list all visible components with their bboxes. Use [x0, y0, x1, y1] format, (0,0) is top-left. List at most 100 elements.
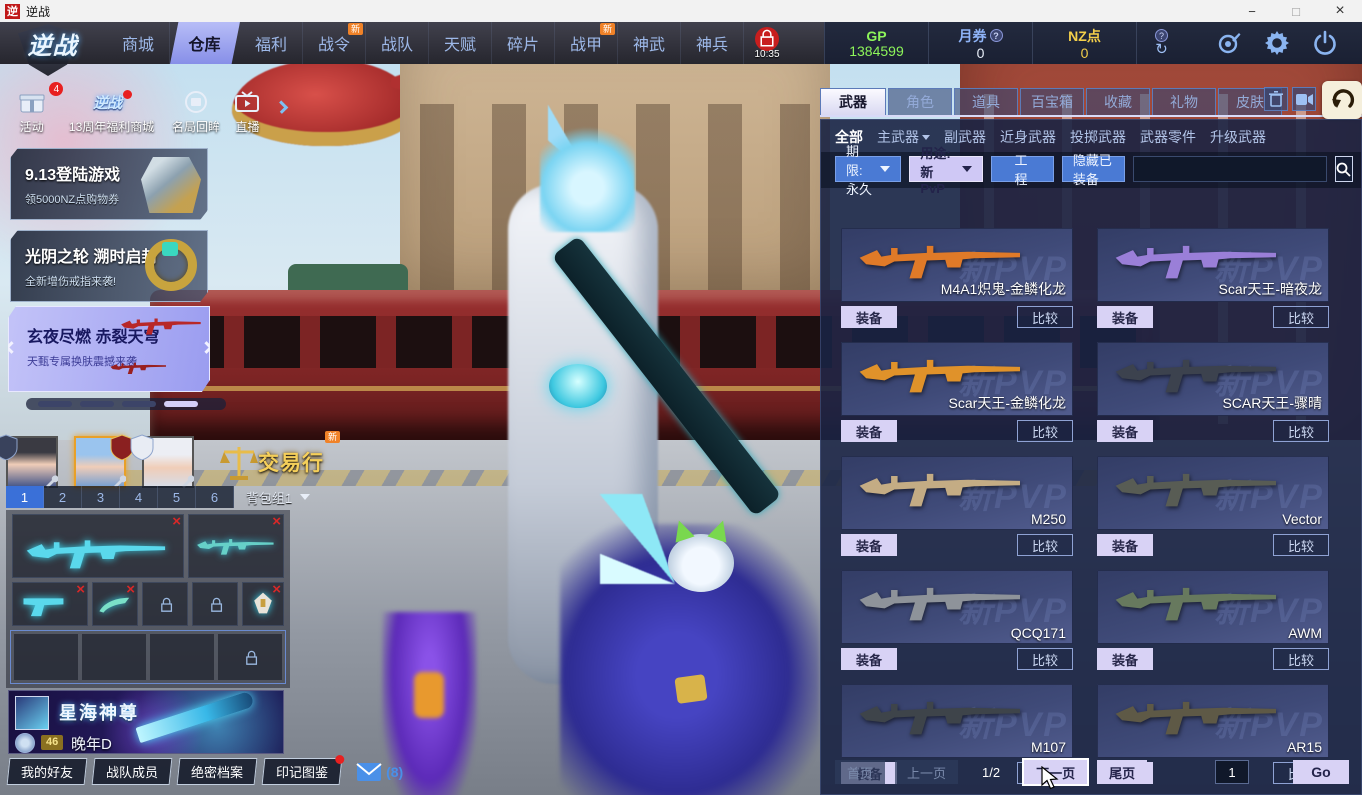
- bag-tab-3[interactable]: 3: [82, 486, 120, 508]
- remove-item-icon[interactable]: ×: [272, 514, 281, 529]
- shortcut-live-stream[interactable]: 直播: [226, 88, 268, 135]
- bag-group-selector[interactable]: 背包组1: [246, 488, 311, 507]
- compare-button[interactable]: 比较: [1017, 420, 1073, 442]
- shortcut-activity[interactable]: 4 活动: [6, 82, 64, 135]
- first-page-button[interactable]: 首页: [835, 760, 886, 784]
- weapon-thumbnail[interactable]: 新PVP AR15: [1097, 684, 1329, 758]
- player-title-card[interactable]: 星海神尊 46 晚年D: [8, 690, 284, 754]
- tab-characters[interactable]: 角色: [888, 88, 952, 115]
- my-friends-button[interactable]: 我的好友: [6, 758, 88, 785]
- prev-page-button[interactable]: 上一页: [895, 760, 959, 784]
- page-number-input[interactable]: [1215, 760, 1249, 784]
- weapon-thumbnail[interactable]: 新PVP M250: [841, 456, 1073, 530]
- weapon-thumbnail[interactable]: 新PVP M107: [841, 684, 1073, 758]
- usage-filter-dropdown[interactable]: 用途:新PvP: [909, 146, 984, 196]
- extra-slot-4-locked[interactable]: [218, 634, 282, 680]
- close-button[interactable]: ×: [1318, 0, 1362, 22]
- character-slot-3[interactable]: [130, 434, 194, 488]
- tab-weapons[interactable]: 武器: [820, 88, 886, 115]
- remove-item-icon[interactable]: ×: [76, 582, 85, 597]
- back-button[interactable]: [1322, 81, 1362, 119]
- subfilter-melee[interactable]: 近身武器: [1000, 127, 1056, 147]
- nav-item-shenwu[interactable]: 神武: [618, 22, 681, 64]
- carousel-dot[interactable]: [80, 401, 114, 407]
- paint-icon[interactable]: [1216, 30, 1242, 56]
- primary-weapon-slot-1[interactable]: ×: [12, 514, 184, 578]
- carousel-dot[interactable]: [38, 401, 72, 407]
- remove-item-icon[interactable]: ×: [172, 514, 181, 529]
- equip-button[interactable]: 装备: [841, 648, 897, 670]
- banner-skin-event[interactable]: 玄夜尽燃 赤裂天穹 天甄专属换肤震撼来袭: [8, 306, 210, 392]
- minimize-button[interactable]: −: [1230, 0, 1274, 22]
- extra-slot-1[interactable]: [14, 634, 78, 680]
- compare-button[interactable]: 比较: [1017, 534, 1073, 556]
- compare-button[interactable]: 比较: [1273, 306, 1329, 328]
- tab-collection[interactable]: 收藏: [1086, 88, 1150, 115]
- power-icon[interactable]: [1312, 30, 1338, 56]
- remove-item-icon[interactable]: ×: [272, 582, 281, 597]
- equip-button[interactable]: 装备: [1097, 420, 1153, 442]
- compare-button[interactable]: 比较: [1017, 648, 1073, 670]
- subfilter-throwing[interactable]: 投掷武器: [1070, 127, 1126, 147]
- grenade-slot-locked[interactable]: [142, 582, 188, 626]
- shortcut-match-replay[interactable]: 名局回眸: [166, 88, 227, 135]
- gear-icon[interactable]: [1264, 30, 1290, 56]
- equip-button[interactable]: 装备: [841, 306, 897, 328]
- search-input[interactable]: [1132, 156, 1327, 182]
- weapon-thumbnail[interactable]: 新PVP Vector: [1097, 456, 1329, 530]
- remove-item-icon[interactable]: ×: [126, 582, 135, 597]
- weapon-thumbnail[interactable]: 新PVP Scar天王-暗夜龙: [1097, 228, 1329, 302]
- character-slot-1[interactable]: [0, 434, 58, 488]
- nav-item-fragments[interactable]: 碎片: [492, 22, 555, 64]
- equip-button[interactable]: 装备: [841, 420, 897, 442]
- compare-button[interactable]: 比较: [1273, 648, 1329, 670]
- compare-button[interactable]: 比较: [1273, 534, 1329, 556]
- equip-button[interactable]: 装备: [1097, 306, 1153, 328]
- equip-button[interactable]: 装备: [1097, 648, 1153, 670]
- duration-filter-dropdown[interactable]: 期限:永久: [835, 144, 902, 197]
- bag-tab-2[interactable]: 2: [44, 486, 82, 508]
- tab-treasure-box[interactable]: 百宝箱: [1020, 88, 1084, 115]
- go-button[interactable]: Go: [1293, 760, 1349, 784]
- bag-tab-6[interactable]: 6: [196, 486, 234, 508]
- tab-gifts[interactable]: 礼物: [1152, 88, 1216, 115]
- shortcut-anniversary-mall[interactable]: 逆战 13周年福利商城: [57, 88, 165, 135]
- bag-tab-4[interactable]: 4: [120, 486, 158, 508]
- nav-item-clan[interactable]: 战队: [366, 22, 429, 64]
- weapon-thumbnail[interactable]: 新PVP M4A1炽鬼-金鳞化龙: [841, 228, 1073, 302]
- primary-weapon-slot-2[interactable]: ×: [188, 514, 284, 578]
- subfilter-parts[interactable]: 武器零件: [1140, 127, 1196, 147]
- help-icon[interactable]: ?: [989, 29, 1003, 42]
- project-filter-button[interactable]: 工程: [991, 153, 1054, 187]
- nav-item-armor[interactable]: 战甲新: [555, 22, 618, 64]
- weapon-thumbnail[interactable]: 新PVP QCQ171: [841, 570, 1073, 644]
- next-page-button[interactable]: 下一页: [1022, 758, 1090, 786]
- mark-collection-button[interactable]: 印记图鉴: [261, 755, 345, 785]
- secret-files-button[interactable]: 绝密档案: [176, 758, 258, 785]
- banner-carousel-indicator[interactable]: [26, 398, 226, 410]
- search-button[interactable]: [1334, 156, 1353, 182]
- trash-button[interactable]: [1264, 87, 1288, 111]
- last-page-button[interactable]: 尾页: [1097, 760, 1148, 784]
- grenade-slot-locked[interactable]: [192, 582, 238, 626]
- special-item-slot[interactable]: ×: [242, 582, 284, 626]
- clan-members-button[interactable]: 战队成员: [91, 758, 173, 785]
- compare-button[interactable]: 比较: [1017, 306, 1073, 328]
- pistol-slot[interactable]: ×: [12, 582, 88, 626]
- nav-item-warehouse[interactable]: 仓库: [170, 22, 240, 64]
- weapon-thumbnail[interactable]: 新PVP Scar天王-金鳞化龙: [841, 342, 1073, 416]
- weapon-thumbnail[interactable]: 新PVP SCAR天王-骤晴: [1097, 342, 1329, 416]
- bag-tab-1[interactable]: 1: [6, 486, 44, 508]
- subfilter-upgrade[interactable]: 升级武器: [1210, 127, 1266, 147]
- nav-item-battlepass[interactable]: 战令新: [303, 22, 366, 64]
- banner-time-wheel[interactable]: 光阴之轮 溯时启封 全新增伤戒指来袭!: [10, 230, 208, 302]
- equip-button[interactable]: 装备: [841, 534, 897, 556]
- compare-button[interactable]: 比较: [1273, 420, 1329, 442]
- hide-equipped-button[interactable]: 隐藏已装备: [1061, 153, 1125, 187]
- melee-slot[interactable]: ×: [92, 582, 138, 626]
- showcase-video-button[interactable]: [1292, 87, 1316, 111]
- bag-tab-5[interactable]: 5: [158, 486, 196, 508]
- maximize-button[interactable]: □: [1274, 0, 1318, 22]
- nav-item-welfare[interactable]: 福利: [240, 22, 303, 64]
- weapon-thumbnail[interactable]: 新PVP AWM: [1097, 570, 1329, 644]
